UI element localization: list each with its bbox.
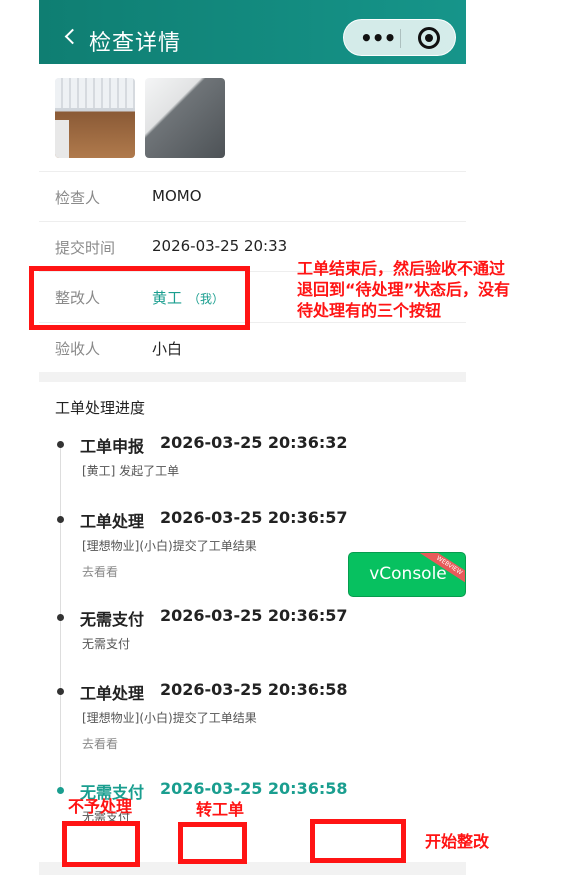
- vconsole-button[interactable]: vConsole WEBVIEW: [348, 552, 466, 597]
- annotation-box-rectifier: [29, 266, 250, 330]
- annotation-box-transfer-button: [178, 822, 247, 864]
- timeline-step-desc: [理想物业](小白)提交了工单结果: [82, 711, 257, 725]
- inspector-label: 检查人: [55, 189, 101, 207]
- submit-time-label: 提交时间: [55, 239, 116, 257]
- timeline-step-desc: [理想物业](小白)提交了工单结果: [82, 539, 257, 553]
- timeline-dot-active: [57, 787, 64, 794]
- annotation-note-line: 待处理有的三个按钮: [297, 301, 442, 320]
- timeline-step-time: 2026-03-25 20:36:57: [160, 508, 348, 527]
- view-result-link[interactable]: 去看看: [82, 735, 118, 752]
- annotation-label-transfer: 转工单: [196, 800, 245, 819]
- mini-program-screen: 检查详情 ••• 检查人 MOMO 提交时间 2026-03-25 20:33 …: [39, 0, 466, 875]
- inspection-photo[interactable]: [55, 78, 135, 158]
- timeline-step-desc: 无需支付: [82, 637, 131, 651]
- timeline-step-time: 2026-03-25 20:36:32: [160, 433, 348, 452]
- progress-card: 工单处理进度 工单申报 2026-03-25 20:36:32 [黄工] 发起了…: [39, 382, 466, 862]
- timeline-dot: [57, 441, 64, 448]
- view-result-link[interactable]: 去看看: [82, 563, 118, 580]
- back-arrow-icon[interactable]: [64, 28, 81, 45]
- timeline-dot: [57, 614, 64, 621]
- page: 检查详情 ••• 检查人 MOMO 提交时间 2026-03-25 20:33 …: [0, 0, 562, 875]
- submit-time-value: 2026-03-25 20:33: [152, 237, 288, 255]
- annotation-note-line: 工单结束后，然后验收不通过: [297, 259, 506, 278]
- nav-bar: 检查详情 •••: [39, 0, 466, 64]
- timeline-step-name: 工单申报: [80, 437, 145, 456]
- annotation-label-start-rectify: 开始整改: [425, 832, 490, 851]
- timeline-dot: [57, 688, 64, 695]
- annotation-box-reject-button: [62, 821, 140, 867]
- timeline-step-time: 2026-03-25 20:36:58: [160, 680, 348, 699]
- progress-title: 工单处理进度: [55, 399, 146, 417]
- timeline-step-name: 工单处理: [80, 684, 145, 703]
- close-miniprogram-icon[interactable]: [418, 27, 440, 49]
- timeline-step-name: 无需支付: [80, 610, 145, 629]
- inspector-value: MOMO: [152, 187, 202, 205]
- acceptor-label: 验收人: [55, 340, 101, 358]
- timeline-step-time: 2026-03-25 20:36:58: [160, 779, 348, 798]
- timeline-step-name: 工单处理: [80, 512, 145, 531]
- inspection-photo[interactable]: [145, 78, 225, 158]
- page-title: 检查详情: [89, 31, 182, 56]
- timeline-step-desc: [黄工] 发起了工单: [82, 464, 180, 478]
- timeline-step-time: 2026-03-25 20:36:57: [160, 606, 348, 625]
- annotation-note-line: 退回到“待处理”状态后，没有: [297, 280, 511, 299]
- more-dots-icon[interactable]: •••: [360, 26, 396, 50]
- capsule-menu: •••: [343, 19, 456, 56]
- acceptor-value: 小白: [152, 340, 183, 358]
- annotation-note: 工单结束后，然后验收不通过 退回到“待处理”状态后，没有 待处理有的三个按钮: [297, 258, 557, 321]
- inspector-row: 检查人 MOMO: [39, 171, 466, 221]
- capsule-divider: [400, 29, 401, 48]
- timeline-dot: [57, 516, 64, 523]
- annotation-label-reject: 不予处理: [68, 797, 133, 816]
- annotation-box-start-button: [310, 819, 406, 863]
